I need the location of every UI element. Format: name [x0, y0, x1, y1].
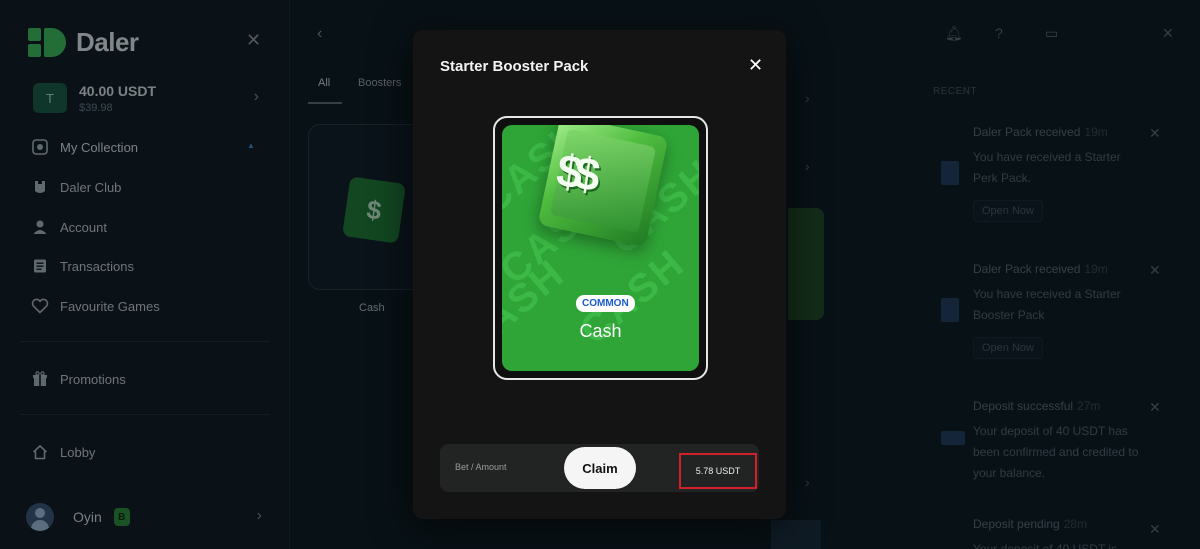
- bet-amount-label: Bet / Amount: [455, 462, 507, 472]
- pack-name: Cash: [579, 321, 622, 341]
- rarity-badge: COMMON: [576, 295, 635, 312]
- claim-bar: Bet / Amount Claim 5.78 USDT: [440, 444, 759, 492]
- claim-button[interactable]: Claim: [564, 447, 636, 489]
- close-icon[interactable]: ✕: [748, 55, 763, 76]
- dollar-sign-icon: $$: [553, 143, 596, 201]
- pack-card: CASH CASH CASH CASH CASH $$ COMMON Cash: [493, 116, 708, 380]
- pack-artwork: CASH CASH CASH CASH CASH $$ COMMON Cash: [502, 125, 699, 371]
- amount-value: 5.78 USDT: [679, 453, 757, 489]
- modal-title: Starter Booster Pack: [440, 58, 589, 75]
- booster-pack-modal: Starter Booster Pack ✕ CASH CASH CASH CA…: [413, 30, 786, 519]
